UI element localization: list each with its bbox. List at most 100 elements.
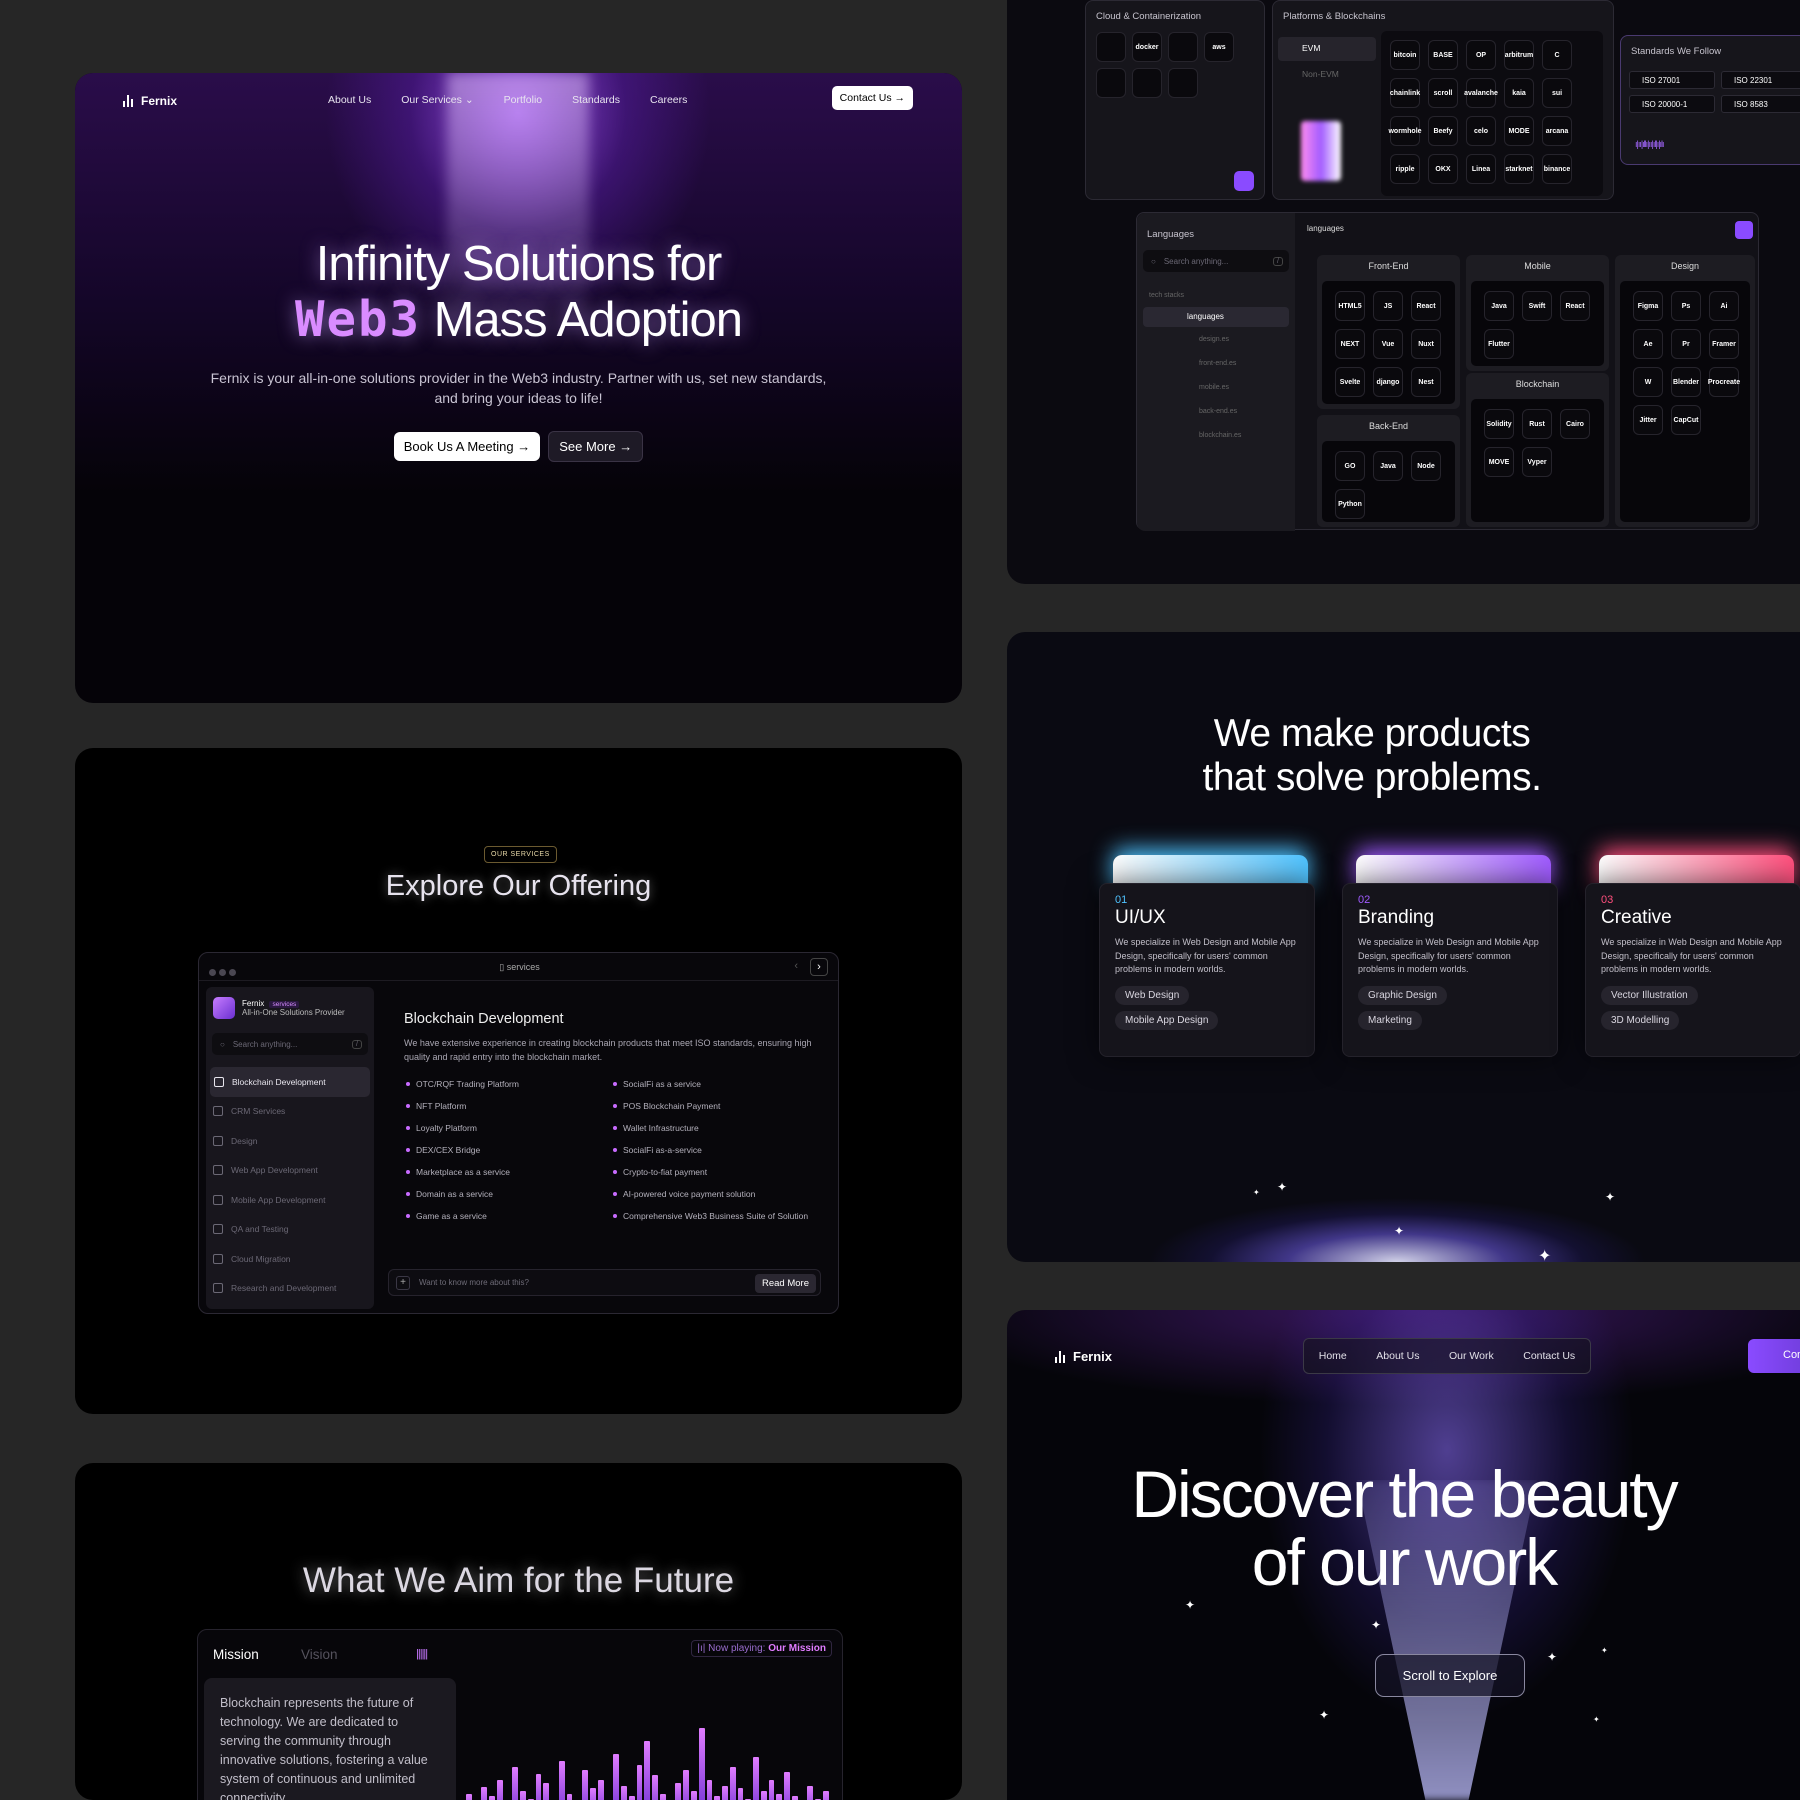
feature-item: Game as a service	[404, 1210, 611, 1232]
feature-item: Domain as a service	[404, 1188, 611, 1210]
product-folder[interactable]: 01 UI/UX We specialize in Web Design and M…	[1099, 855, 1315, 1057]
ask-input[interactable]: + Want to know more about this? Read Mor…	[388, 1269, 821, 1296]
visualizer-bar	[698, 1727, 705, 1800]
menu-item-qa[interactable]: QA and Testing	[206, 1215, 374, 1245]
visualizer-bar	[768, 1780, 775, 1800]
service-chip[interactable]: 3D Modelling	[1601, 1011, 1680, 1030]
search-shortcut: /	[1273, 256, 1283, 266]
ps-icon: Ps	[1671, 291, 1701, 321]
django-icon: django	[1373, 367, 1403, 397]
ripple-icon: ripple	[1390, 154, 1420, 184]
plus-icon[interactable]: +	[396, 1276, 410, 1290]
next-icon: NEXT	[1335, 329, 1365, 359]
chevron-left-icon[interactable]: ‹	[794, 960, 798, 972]
menu-item-research[interactable]: Research and Development	[206, 1274, 374, 1304]
services-title: Explore Our Offering	[385, 870, 652, 902]
tree-file[interactable]: mobile.es	[1199, 375, 1295, 399]
search-input[interactable]: ○ Search anything... /	[212, 1033, 368, 1055]
ai-icon: Ai	[1709, 291, 1739, 321]
visualizer-bar	[590, 1788, 596, 1800]
backend-icon-grid: GO Java Node Python	[1335, 451, 1455, 519]
menu-item-design[interactable]: Design	[206, 1126, 374, 1156]
chainlink-icon: chainlink	[1390, 78, 1420, 108]
menu-item-blockchain[interactable]: Blockchain Development	[210, 1067, 370, 1097]
nav-about[interactable]: About Us	[1376, 1350, 1419, 1362]
read-more-button[interactable]: Read More	[755, 1274, 816, 1293]
menu-item-crm[interactable]: CRM Services	[206, 1097, 374, 1127]
feature-item: OTC/RQF Trading Platform	[404, 1078, 611, 1100]
base-icon: BASE	[1428, 40, 1458, 70]
tree-file[interactable]: blockchain.es	[1199, 423, 1295, 447]
languages-tab[interactable]: languages	[1307, 224, 1344, 233]
tree-file[interactable]: front-end.es	[1199, 351, 1295, 375]
nav-standards[interactable]: Standards	[572, 94, 620, 106]
figma-icon: Figma	[1633, 291, 1663, 321]
menu-label: Blockchain Development	[232, 1076, 326, 1087]
tab-mission[interactable]: Mission	[213, 1647, 259, 1662]
menu-item-mobileapp[interactable]: Mobile App Development	[206, 1185, 374, 1215]
menu-item-cloud[interactable]: Cloud Migration	[206, 1244, 374, 1274]
tab-vision[interactable]: Vision	[301, 1647, 338, 1662]
sparkle-icon: ✦	[1605, 1190, 1616, 1204]
scroll-to-explore-button[interactable]: Scroll to Explore	[1375, 1654, 1525, 1697]
visualizer-bar	[566, 1793, 573, 1800]
tree-folder[interactable]: languages	[1143, 307, 1289, 327]
visualizer-bar	[722, 1785, 728, 1800]
visualizer-bar	[543, 1783, 550, 1800]
w-icon: W	[1633, 367, 1663, 397]
visualizer-bar	[729, 1767, 736, 1800]
nav-our-work[interactable]: Our Work	[1449, 1350, 1494, 1362]
tree-root[interactable]: tech stacks	[1137, 282, 1295, 299]
filter-non-evm[interactable]: Non-EVM	[1278, 63, 1347, 79]
hero-title-web3: Web3	[294, 291, 421, 348]
service-chip[interactable]: Graphic Design	[1358, 986, 1447, 1005]
sparkle-icon: ✦	[1547, 1650, 1558, 1664]
brand-logo[interactable]: Fernix	[123, 94, 177, 108]
folder-body: 01 UI/UX We specialize in Web Design and M…	[1099, 883, 1315, 1057]
product-folder[interactable]: 02 Branding We specialize in Web Design an…	[1342, 855, 1558, 1057]
services-menu: Blockchain Development CRM Services Desi…	[206, 1067, 374, 1303]
visualizer-bar	[512, 1767, 519, 1800]
service-chip[interactable]: Vector Illustration	[1601, 986, 1698, 1005]
ae-icon: Ae	[1633, 329, 1663, 359]
product-folder[interactable]: 03 Creative We specialize in Web Design an…	[1585, 855, 1800, 1057]
folder-description: We specialize in Web Design and Mobile A…	[1601, 937, 1782, 974]
filter-evm[interactable]: EVM	[1278, 37, 1376, 61]
search-input[interactable]: ○ Search anything... /	[1143, 250, 1289, 272]
backend-title: Back-End	[1368, 421, 1409, 431]
visualizer-bar	[621, 1785, 627, 1800]
flutter-icon: Flutter	[1484, 329, 1514, 359]
sidebar-brand-name: Fernix	[242, 999, 265, 1008]
menu-label: Web App Development	[231, 1165, 318, 1176]
visualizer-bar	[489, 1796, 495, 1800]
tree-file[interactable]: design.es	[1199, 327, 1295, 351]
standards-title: Standards We Follow	[1631, 46, 1722, 57]
nav-contact[interactable]: Contact Us	[1523, 1350, 1575, 1362]
brand-logo[interactable]: Fernix	[1055, 1349, 1112, 1364]
window-title: services	[506, 962, 540, 972]
book-meeting-button[interactable]: Book Us A Meeting →	[393, 432, 541, 461]
feature-item: Comprehensive Web3 Business Suite of Sol…	[611, 1210, 818, 1232]
java-icon: Java	[1484, 291, 1514, 321]
nav-portfolio[interactable]: Portfolio	[504, 94, 543, 106]
nav-services[interactable]: Our Services ⌄	[401, 94, 473, 106]
chevron-right-icon[interactable]: ›	[810, 958, 828, 976]
visualizer-bar	[683, 1769, 689, 1800]
menu-label: Mobile App Development	[231, 1194, 326, 1205]
feature-list-left: OTC/RQF Trading Platform NFT Platform Loya…	[404, 1078, 611, 1232]
nav-home[interactable]: Home	[1319, 1350, 1347, 1362]
service-chip[interactable]: Mobile App Design	[1115, 1011, 1219, 1030]
book-meeting-label: Book Us A Meeting	[403, 439, 514, 454]
visualizer-bar	[652, 1775, 658, 1800]
contact-button[interactable]: Contact Us →	[831, 86, 913, 110]
contact-button[interactable]: Conta	[1748, 1339, 1800, 1373]
nav-about[interactable]: About Us	[328, 94, 371, 106]
service-chip[interactable]: Web Design	[1115, 986, 1190, 1005]
nav-careers[interactable]: Careers	[650, 94, 687, 106]
menu-item-webapp[interactable]: Web App Development	[206, 1156, 374, 1186]
see-more-button[interactable]: See More →	[548, 431, 644, 462]
hero-title: Infinity Solutions for Web3 Mass Adoptio…	[75, 236, 962, 348]
tree-file[interactable]: back-end.es	[1199, 399, 1295, 423]
service-chip[interactable]: Marketing	[1358, 1011, 1422, 1030]
visualizer-bar	[822, 1790, 829, 1800]
